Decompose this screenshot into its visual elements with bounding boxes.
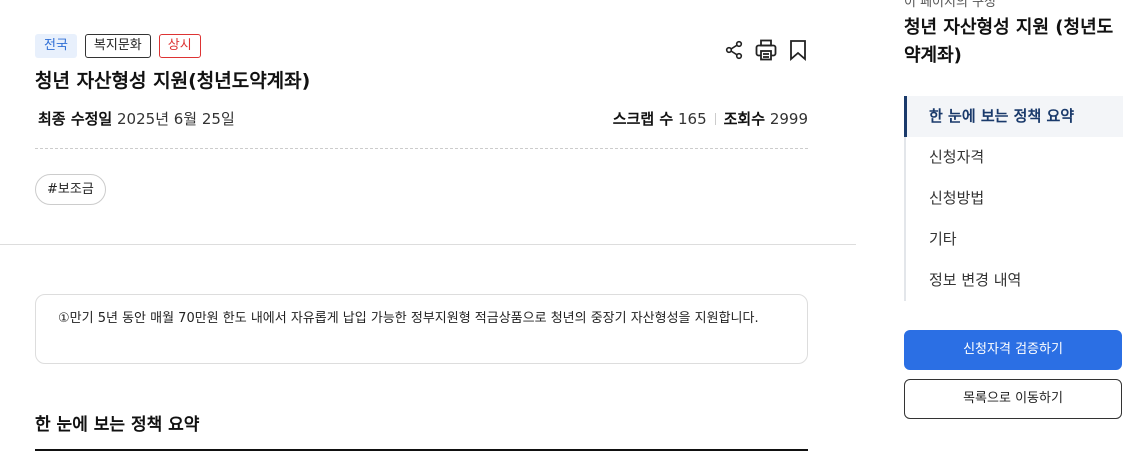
toc-item-other[interactable]: 기타 [904, 219, 1123, 260]
print-icon[interactable] [754, 38, 778, 62]
sidebar-cut-text: 이 페이지의 구성 [904, 0, 996, 10]
updated-date: 최종 수정일 2025년 6월 25일 [38, 108, 235, 129]
hashtag-chip[interactable]: #보조금 [35, 174, 106, 205]
bookmark-icon[interactable] [788, 39, 808, 61]
section-divider [0, 244, 856, 245]
toc-item-eligibility[interactable]: 신청자격 [904, 137, 1123, 178]
verify-eligibility-button[interactable]: 신청자격 검증하기 [904, 330, 1122, 370]
summary-box: ①만기 5년 동안 매월 70만원 한도 내에서 자유롭게 납입 가능한 정부지… [35, 294, 808, 364]
updated-label: 최종 수정일 [38, 110, 113, 128]
page-title: 청년 자산형성 지원(청년도약계좌) [35, 70, 311, 92]
section-rule [35, 449, 808, 451]
region-tag: 전국 [35, 34, 77, 58]
share-icon[interactable] [724, 40, 744, 60]
action-toolbar [724, 38, 808, 62]
policy-detail: 전국 복지문화 상시 청년 자산형성 지원(청년도약계좌) 최종 수정일 202… [0, 0, 856, 454]
toc-item-how-to-apply[interactable]: 신청방법 [904, 178, 1123, 219]
scrap-label: 스크랩 수 [612, 110, 674, 128]
scrap-count: 165 [677, 110, 707, 128]
section-title: 한 눈에 보는 정책 요약 [35, 415, 200, 435]
views-count: 2999 [769, 110, 808, 128]
table-of-contents: 한 눈에 보는 정책 요약 신청자격 신청방법 기타 정보 변경 내역 [904, 96, 1123, 301]
updated-value: 2025년 6월 25일 [117, 110, 235, 128]
tag-group: 전국 복지문화 상시 [35, 34, 201, 58]
dashed-divider [35, 148, 808, 149]
stats: 스크랩 수 165 조회수 2999 [613, 108, 808, 129]
views-label: 조회수 [723, 110, 766, 128]
status-tag: 상시 [158, 34, 201, 58]
meta-row: 최종 수정일 2025년 6월 25일 스크랩 수 165 조회수 2999 [38, 108, 808, 129]
back-to-list-button[interactable]: 목록으로 이동하기 [904, 379, 1122, 419]
divider [714, 112, 716, 125]
sidebar-title: 청년 자산형성 지원 (청년도약계좌) [904, 17, 1114, 66]
category-tag: 복지문화 [84, 34, 151, 58]
toc-item-summary[interactable]: 한 눈에 보는 정책 요약 [904, 96, 1123, 137]
toc-item-change-history[interactable]: 정보 변경 내역 [904, 260, 1123, 301]
